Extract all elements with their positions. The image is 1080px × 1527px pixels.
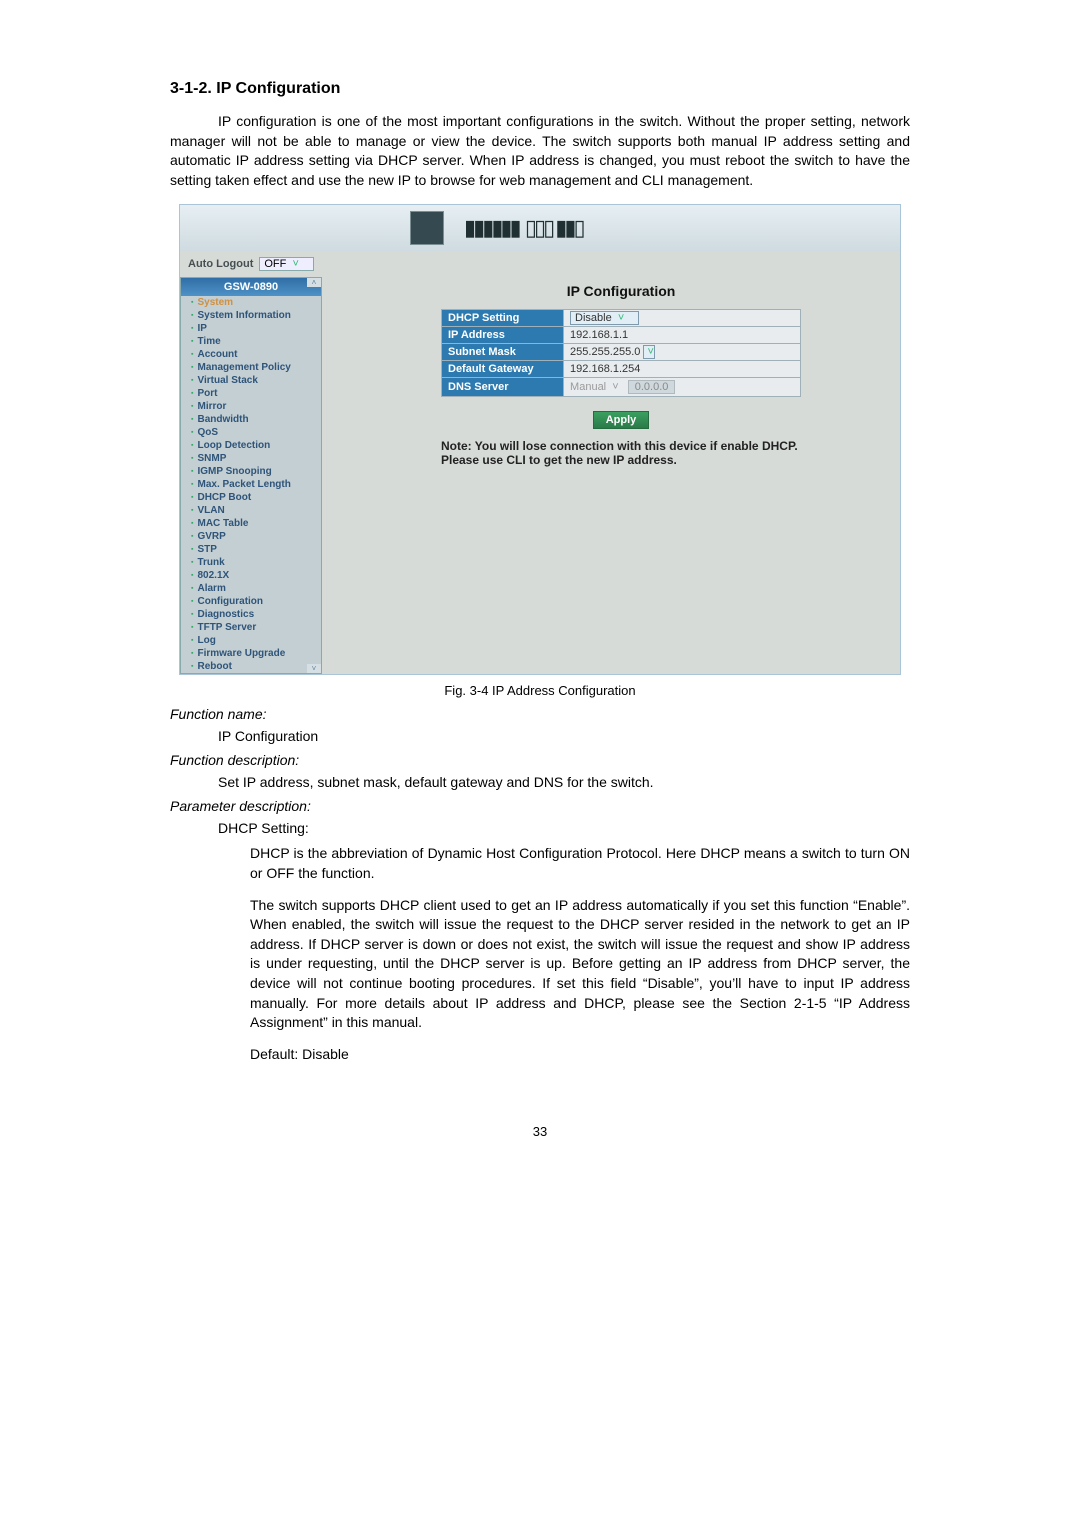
mask-select-value: 255.255.255.0 (570, 346, 640, 358)
sidebar-item-account[interactable]: Account (181, 348, 321, 361)
sidebar-item-stp[interactable]: STP (181, 543, 321, 556)
row-mask-label: Subnet Mask (442, 344, 564, 361)
config-table: DHCP Setting Disable ˅ IP Address 192.16… (441, 309, 801, 397)
parameter-description-label: Parameter description: (170, 798, 910, 814)
row-ip-value[interactable]: 192.168.1.1 (564, 327, 801, 344)
section-heading: 3-1-2. IP Configuration (170, 80, 910, 98)
dns-value-input[interactable]: 0.0.0.0 (628, 380, 676, 394)
sidebar-item-sysinfo[interactable]: System Information (181, 309, 321, 322)
dns-mode-select[interactable]: Manual ˅ (570, 381, 622, 393)
dns-mode-value: Manual (570, 381, 606, 393)
scroll-down-icon[interactable]: ˅ (307, 664, 321, 673)
parameter-name: DHCP Setting: (218, 820, 910, 836)
parameter-body-2: The switch supports DHCP client used to … (250, 896, 910, 1033)
function-name-label: Function name: (170, 706, 910, 722)
figure-caption: Fig. 3-4 IP Address Configuration (170, 683, 910, 698)
chevron-down-icon: ˅ (289, 258, 298, 270)
panel-title: IP Configuration (372, 283, 870, 299)
sidebar-item-config[interactable]: Configuration (181, 595, 321, 608)
sidebar-item-mirror[interactable]: Mirror (181, 400, 321, 413)
sidebar-item-qos[interactable]: QoS (181, 426, 321, 439)
dhcp-select-value: Disable (575, 312, 612, 324)
panel-note: Note: You will lose connection with this… (441, 439, 801, 467)
sidebar-item-mgmtpolicy[interactable]: Management Policy (181, 361, 321, 374)
row-dns-label: DNS Server (442, 378, 564, 397)
function-name-value: IP Configuration (218, 728, 910, 744)
sidebar-item-tftp[interactable]: TFTP Server (181, 621, 321, 634)
parameter-body-1: DHCP is the abbreviation of Dynamic Host… (250, 844, 910, 883)
sidebar-item-maxpkt[interactable]: Max. Packet Length (181, 478, 321, 491)
sidebar-item-port[interactable]: Port (181, 387, 321, 400)
apply-button[interactable]: Apply (593, 411, 650, 429)
sidebar-item-time[interactable]: Time (181, 335, 321, 348)
sidebar-item-8021x[interactable]: 802.1X (181, 569, 321, 582)
chevron-down-icon: ˅ (609, 381, 618, 393)
sidebar-item-alarm[interactable]: Alarm (181, 582, 321, 595)
top-banner: ▮▮▮▮▮▮ ▯▯▯ ▮▮▯ (180, 205, 900, 251)
row-dhcp-label: DHCP Setting (442, 310, 564, 327)
sidebar-item-trunk[interactable]: Trunk (181, 556, 321, 569)
switch-ports-icon: ▮▮▮▮▮▮ ▯▯▯ ▮▮▯ (464, 215, 583, 241)
sidebar-device-title: GSW-0890 (181, 278, 321, 296)
sidebar-item-snmp[interactable]: SNMP (181, 452, 321, 465)
auto-logout-value: OFF (264, 258, 286, 270)
parameter-default: Default: Disable (250, 1045, 910, 1065)
auto-logout-select[interactable]: OFF ˅ (259, 257, 314, 271)
row-ip-label: IP Address (442, 327, 564, 344)
scroll-up-icon[interactable]: ˄ (307, 278, 321, 287)
sidebar-item-loopdet[interactable]: Loop Detection (181, 439, 321, 452)
dhcp-select[interactable]: Disable ˅ (570, 311, 639, 325)
sidebar-item-mactable[interactable]: MAC Table (181, 517, 321, 530)
sidebar-item-dhcpboot[interactable]: DHCP Boot (181, 491, 321, 504)
sidebar-item-system[interactable]: System (181, 296, 321, 309)
sidebar: ˄ GSW-0890 System System Information IP … (180, 277, 322, 674)
sidebar-item-reboot[interactable]: Reboot (181, 660, 321, 673)
page-number: 33 (170, 1124, 910, 1139)
sidebar-item-fwupgrade[interactable]: Firmware Upgrade (181, 647, 321, 660)
sidebar-item-bandwidth[interactable]: Bandwidth (181, 413, 321, 426)
chevron-down-icon: ˅ (615, 312, 624, 324)
figure-screenshot: ▮▮▮▮▮▮ ▯▯▯ ▮▮▯ Auto Logout OFF ˅ ˄ GSW-0… (179, 204, 901, 675)
sidebar-item-log[interactable]: Log (181, 634, 321, 647)
row-dhcp-value-cell: Disable ˅ (564, 310, 801, 327)
sidebar-item-gvrp[interactable]: GVRP (181, 530, 321, 543)
function-description-label: Function description: (170, 752, 910, 768)
function-description-value: Set IP address, subnet mask, default gat… (218, 774, 910, 790)
row-dns-value-cell: Manual ˅ 0.0.0.0 (564, 378, 801, 397)
sidebar-item-vlan[interactable]: VLAN (181, 504, 321, 517)
chevron-down-icon: ˅ (643, 345, 654, 359)
sidebar-item-virtualstack[interactable]: Virtual Stack (181, 374, 321, 387)
sidebar-item-igmp[interactable]: IGMP Snooping (181, 465, 321, 478)
row-gw-label: Default Gateway (442, 361, 564, 378)
logo-icon (410, 211, 444, 245)
sidebar-item-ip[interactable]: IP (181, 322, 321, 335)
sidebar-item-diag[interactable]: Diagnostics (181, 608, 321, 621)
row-mask-value-cell: 255.255.255.0 ˅ (564, 344, 801, 361)
row-gw-value[interactable]: 192.168.1.254 (564, 361, 801, 378)
auto-logout-label: Auto Logout (188, 258, 253, 270)
intro-paragraph: IP configuration is one of the most impo… (170, 112, 910, 190)
mask-select[interactable]: 255.255.255.0 ˅ (570, 346, 669, 358)
